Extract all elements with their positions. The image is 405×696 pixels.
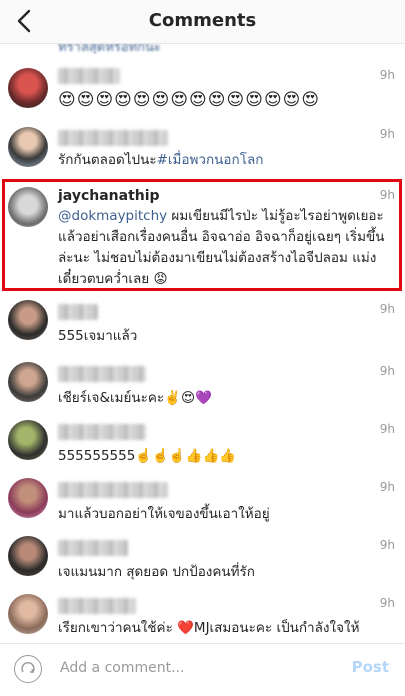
comment-item: 9h 😍😍😍😍😍😍😍😍😍😍😍😍😍😍: [0, 62, 405, 122]
avatar[interactable]: [8, 536, 48, 576]
comment-item: 9h 555555555☝️☝️☝️👍👍👍: [0, 416, 405, 474]
blurred-username[interactable]: [58, 130, 168, 146]
blurred-username[interactable]: [58, 68, 120, 84]
avatar[interactable]: [8, 300, 48, 340]
blurred-username[interactable]: [58, 482, 168, 498]
comment-time: 9h: [379, 596, 395, 610]
camera-icon[interactable]: [14, 655, 42, 683]
avatar[interactable]: [8, 420, 48, 460]
avatar[interactable]: [8, 127, 48, 167]
hashtag-link[interactable]: #เมื่อพวกนอกโลก: [157, 152, 264, 168]
comment-text: เรียกเขาว่าคนใช้ค่ะ ❤️MJเสมอนะคะ เป็นกำล…: [58, 620, 360, 636]
post-button[interactable]: Post: [352, 658, 389, 676]
blurred-username[interactable]: [58, 304, 98, 320]
blurred-username[interactable]: [58, 540, 128, 556]
header-bar: Comments: [0, 0, 405, 44]
avatar[interactable]: [8, 362, 48, 402]
comment-text: เจแมนมาก สุดยอด ปกป้องคนที่รัก: [58, 564, 255, 580]
comment-item: 9h รักกันตลอดไปนะ#เมื่อพวกนอกโลก: [0, 122, 405, 178]
comment-text: เชียร์เจ&เมย์นะคะ✌️😍💜: [58, 390, 212, 406]
comment-text: 555555555☝️☝️☝️👍👍👍: [58, 448, 237, 464]
blurred-username[interactable]: [58, 366, 146, 382]
comment-time: 9h: [379, 68, 395, 82]
comment-text-plain: รักกันตลอดไปนะ: [58, 152, 157, 168]
comment-text: มาแล้วบอกอย่าให้เจของขึ้นเอาให้อยู่: [58, 506, 270, 522]
comment-item: 9h เรียกเขาว่าคนใช้ค่ะ ❤️MJเสมอนะคะ เป็น…: [0, 590, 405, 646]
comment-item: 9h มาแล้วบอกอย่าให้เจของขึ้นเอาให้อยู่: [0, 474, 405, 532]
comment-time: 9h: [379, 364, 395, 378]
cut-off-comment: ทราลสุดหรือทกนะ: [58, 44, 161, 54]
comment-text: รักกันตลอดไปนะ#เมื่อพวกนอกโลก: [58, 150, 395, 171]
avatar[interactable]: [8, 594, 48, 634]
comment-time: 9h: [379, 302, 395, 316]
comment-item: 9h 555เจมาแล้ว: [0, 296, 405, 354]
comment-time: 9h: [379, 422, 395, 436]
blurred-username[interactable]: [58, 424, 146, 440]
comment-item: 9h เชียร์เจ&เมย์นะคะ✌️😍💜: [0, 358, 405, 416]
mention-link[interactable]: @dokmaypitchy: [58, 208, 167, 224]
avatar[interactable]: [8, 478, 48, 518]
comment-time: 9h: [379, 127, 395, 141]
avatar[interactable]: [8, 187, 48, 227]
comment-text: 😍😍😍😍😍😍😍😍😍😍😍😍😍😍: [58, 90, 321, 110]
comment-time: 9h: [379, 480, 395, 494]
comment-text: 555เจมาแล้ว: [58, 328, 138, 344]
comment-composer: Post: [0, 643, 405, 696]
comment-text: @dokmaypitchy ผมเขียนมีไรป่ะ ไม่รู้อะไรอ…: [58, 206, 387, 290]
comment-time: 9h: [379, 538, 395, 552]
page-title: Comments: [148, 10, 257, 31]
comment-time: 9h: [379, 188, 395, 202]
comment-item: 9h เจแมนมาก สุดยอด ปกป้องคนที่รัก: [0, 532, 405, 590]
avatar[interactable]: [8, 68, 48, 108]
comment-item-highlighted: jaychanathip 9h @dokmaypitchy ผมเขียนมีไ…: [0, 182, 405, 288]
comment-input[interactable]: [60, 657, 330, 679]
blurred-username[interactable]: [58, 598, 136, 614]
username[interactable]: jaychanathip: [58, 188, 160, 204]
